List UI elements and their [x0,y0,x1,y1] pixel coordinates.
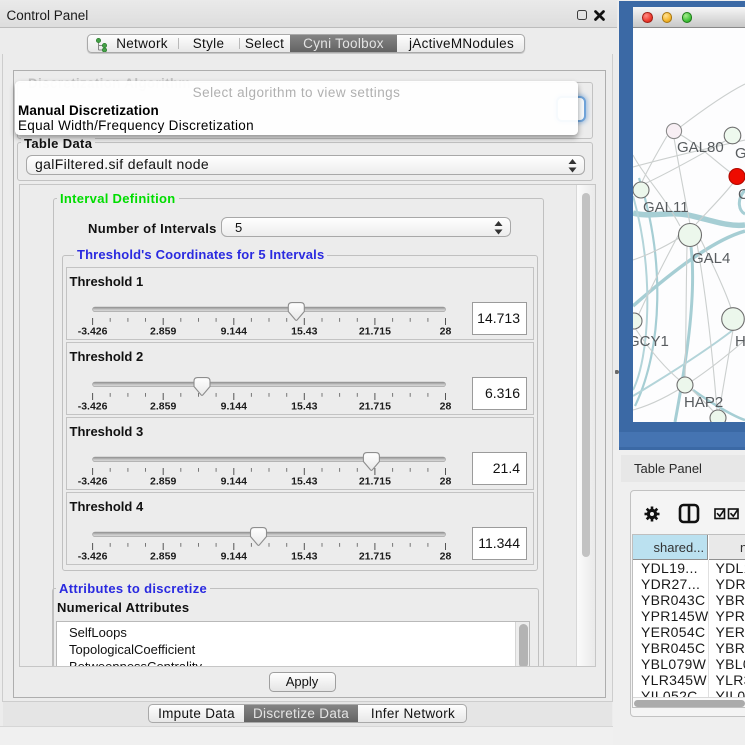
svg-text:-3.426: -3.426 [78,326,108,338]
svg-text:-3.426: -3.426 [78,551,108,563]
svg-text:21.715: 21.715 [359,326,391,338]
svg-text:21.715: 21.715 [359,551,391,563]
svg-text:C: C [738,186,745,203]
svg-text:GAL80: GAL80 [677,139,724,156]
svg-text:2.859: 2.859 [150,401,176,413]
svg-text:15.43: 15.43 [291,326,317,338]
svg-text:9.144: 9.144 [221,401,247,413]
svg-text:9.144: 9.144 [221,476,247,488]
svg-text:28: 28 [440,401,452,413]
svg-text:GAL11: GAL11 [643,199,689,216]
svg-text:2.859: 2.859 [150,326,176,338]
svg-text:9.144: 9.144 [221,326,247,338]
svg-text:21.715: 21.715 [359,401,391,413]
svg-text:28: 28 [440,326,452,338]
svg-text:15.43: 15.43 [291,476,317,488]
svg-text:9.144: 9.144 [221,551,247,563]
svg-text:GA: GA [735,145,745,162]
svg-text:GCY1: GCY1 [633,333,669,350]
svg-text:GAL4: GAL4 [692,250,730,267]
svg-text:28: 28 [440,476,452,488]
svg-text:-3.426: -3.426 [78,401,108,413]
svg-text:15.43: 15.43 [291,551,317,563]
svg-text:-3.426: -3.426 [78,476,108,488]
svg-text:2.859: 2.859 [150,476,176,488]
svg-text:15.43: 15.43 [291,401,317,413]
svg-text:2.859: 2.859 [150,551,176,563]
svg-text:28: 28 [440,551,452,563]
svg-text:21.715: 21.715 [359,476,391,488]
svg-text:HAP2: HAP2 [684,394,723,411]
svg-text:H: H [735,333,745,350]
